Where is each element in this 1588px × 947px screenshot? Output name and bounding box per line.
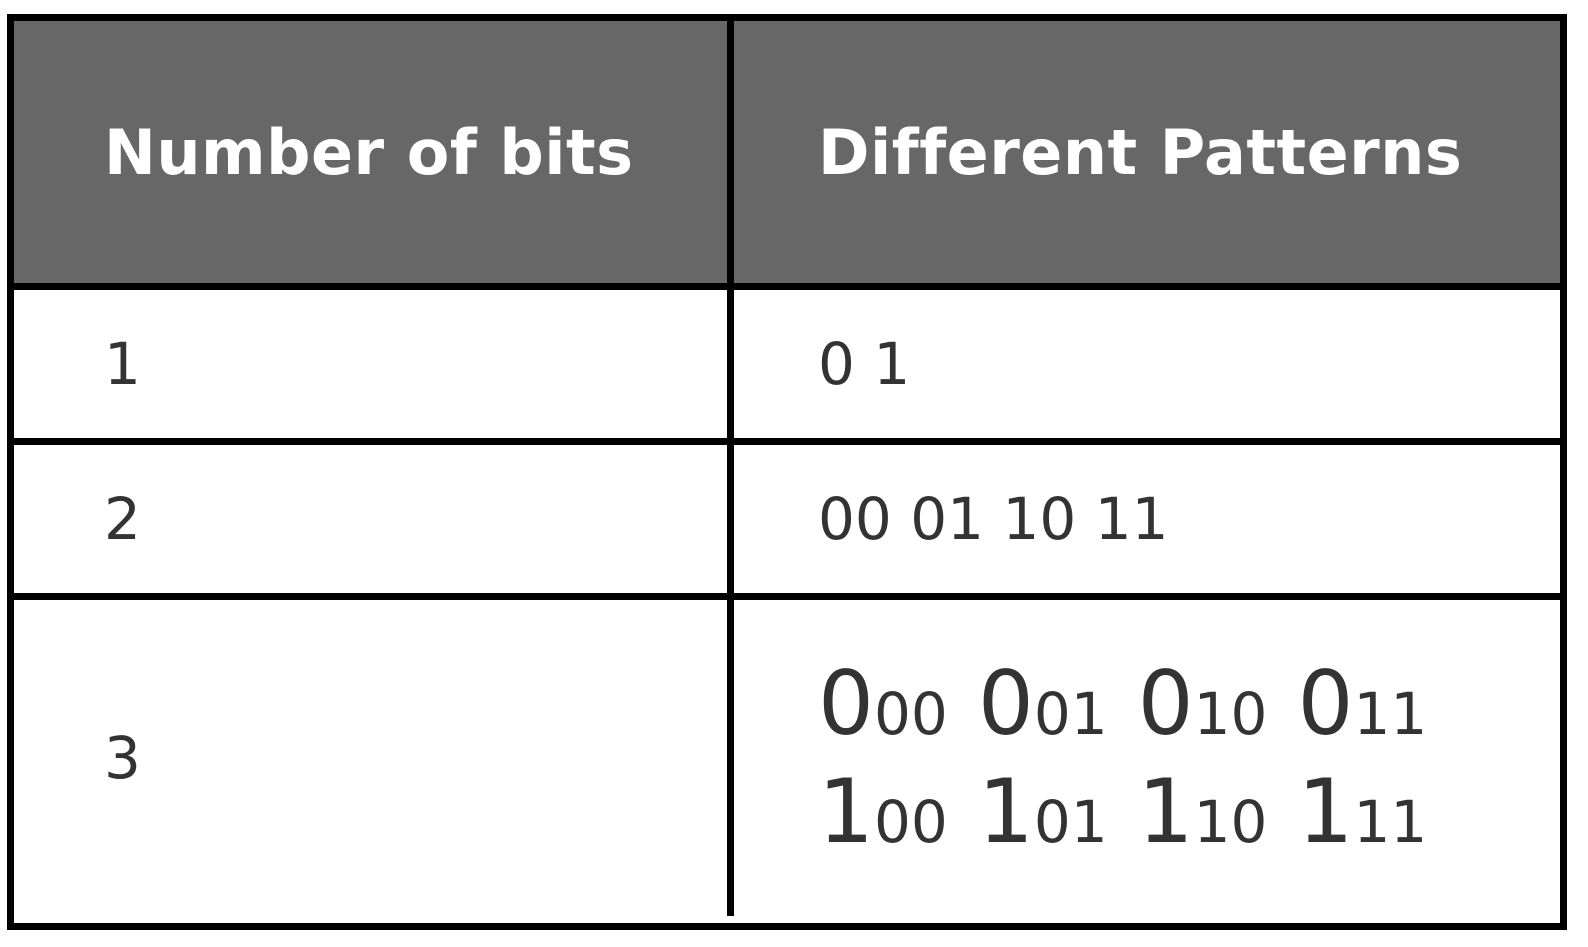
pattern-lead-bit: 1 bbox=[1297, 760, 1354, 863]
pattern-lead-bit: 0 bbox=[1137, 652, 1194, 755]
bit-patterns-table: Number of bits Different Patterns 1 0 1 … bbox=[7, 14, 1567, 930]
header-number-of-bits: Number of bits bbox=[14, 21, 734, 283]
pattern-rest-bits: 11 bbox=[1353, 788, 1428, 856]
pattern-lead-bit: 0 bbox=[1297, 652, 1354, 755]
header-different-patterns: Different Patterns bbox=[818, 115, 1463, 189]
pattern-rest-bits: 00 bbox=[874, 788, 948, 856]
pattern: 0 01 bbox=[978, 660, 1108, 748]
patterns-cell: 0 00 0 01 0 10 0 11 1 00 1 01 1 10 1 11 bbox=[734, 600, 1560, 916]
pattern-lead-bit: 1 bbox=[1137, 760, 1194, 863]
bits-cell: 1 bbox=[14, 290, 734, 438]
pattern-line-leading-one: 1 00 1 01 1 10 1 11 bbox=[818, 768, 1427, 856]
pattern-rest-bits: 10 bbox=[1193, 788, 1268, 856]
pattern: 1 01 bbox=[978, 768, 1108, 856]
pattern-rest-bits: 01 bbox=[1033, 788, 1108, 856]
table-row: 3 0 00 0 01 0 10 0 11 1 00 1 01 1 10 1 1… bbox=[14, 593, 1560, 916]
bits-cell: 2 bbox=[14, 445, 734, 593]
table-row: 2 00 01 10 11 bbox=[14, 438, 1560, 593]
pattern-lead-bit: 0 bbox=[818, 652, 874, 755]
pattern-line-leading-zero: 0 00 0 01 0 10 0 11 bbox=[818, 660, 1427, 748]
bits-cell: 3 bbox=[14, 600, 734, 916]
pattern: 0 00 bbox=[818, 660, 948, 748]
pattern-rest-bits: 11 bbox=[1353, 680, 1428, 748]
pattern-rest-bits: 10 bbox=[1193, 680, 1268, 748]
pattern: 1 10 bbox=[1138, 768, 1268, 856]
pattern: 0 10 bbox=[1138, 660, 1268, 748]
table-header-row: Number of bits Different Patterns bbox=[14, 21, 1560, 283]
patterns-cell: 00 01 10 11 bbox=[818, 485, 1169, 553]
pattern-lead-bit: 0 bbox=[977, 652, 1034, 755]
pattern-rest-bits: 01 bbox=[1033, 680, 1108, 748]
pattern-lead-bit: 1 bbox=[977, 760, 1034, 863]
pattern-lead-bit: 1 bbox=[818, 760, 874, 863]
pattern: 0 11 bbox=[1297, 660, 1427, 748]
pattern: 1 11 bbox=[1297, 768, 1427, 856]
pattern-rest-bits: 00 bbox=[874, 680, 948, 748]
table-row: 1 0 1 bbox=[14, 283, 1560, 438]
patterns-cell: 0 1 bbox=[818, 330, 911, 398]
patterns-grid: 0 00 0 01 0 10 0 11 1 00 1 01 1 10 1 11 bbox=[818, 660, 1427, 856]
pattern: 1 00 bbox=[818, 768, 948, 856]
